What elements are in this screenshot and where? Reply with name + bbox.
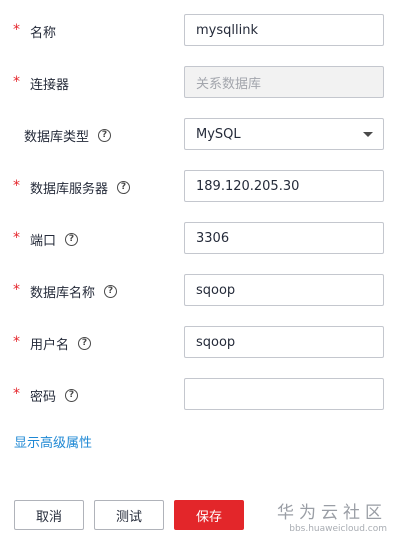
- help-icon[interactable]: ?: [65, 232, 79, 246]
- required-mark: *: [13, 386, 20, 402]
- db-name-row: * 数据库名称 ? sqoop: [0, 274, 401, 308]
- username-label: 用户名 ?: [30, 326, 92, 360]
- db-type-row: 数据库类型 ? MySQL: [0, 118, 401, 152]
- name-label: 名称: [30, 25, 57, 41]
- required-mark: *: [13, 334, 20, 350]
- username-row: * 用户名 ? sqoop: [0, 326, 401, 360]
- connector-row: * 连接器 关系数据库: [0, 66, 401, 100]
- db-name-input[interactable]: sqoop: [184, 274, 384, 306]
- connector-input: 关系数据库: [184, 66, 384, 98]
- help-icon[interactable]: ?: [117, 180, 131, 194]
- required-mark: *: [13, 230, 20, 246]
- help-icon[interactable]: ?: [104, 284, 118, 298]
- port-input[interactable]: 3306: [184, 222, 384, 254]
- password-input[interactable]: [184, 378, 384, 410]
- port-label: 端口 ?: [30, 222, 79, 256]
- cancel-button[interactable]: 取消: [14, 500, 84, 530]
- test-button[interactable]: 测试: [94, 500, 164, 530]
- username-input[interactable]: sqoop: [184, 326, 384, 358]
- required-mark: *: [13, 178, 20, 194]
- password-row: * 密码 ?: [0, 378, 401, 412]
- help-icon[interactable]: ?: [98, 128, 112, 142]
- save-button[interactable]: 保存: [174, 500, 244, 530]
- show-advanced-link[interactable]: 显示高级属性: [14, 432, 92, 451]
- connector-label: 连接器: [30, 77, 70, 93]
- password-label: 密码 ?: [30, 378, 79, 412]
- db-type-label: 数据库类型 ?: [24, 118, 112, 152]
- db-type-select[interactable]: MySQL: [184, 118, 384, 150]
- db-server-input[interactable]: 189.120.205.30: [184, 170, 384, 202]
- db-server-row: * 数据库服务器 ? 189.120.205.30: [0, 170, 401, 204]
- name-row: * 名称 mysqllink: [0, 14, 401, 48]
- help-icon[interactable]: ?: [65, 388, 79, 402]
- watermark: 华为云社区 bbs.huaweicloud.com: [277, 503, 387, 535]
- port-row: * 端口 ? 3306: [0, 222, 401, 256]
- chevron-down-icon[interactable]: [363, 131, 373, 137]
- required-mark: *: [13, 22, 20, 38]
- help-icon[interactable]: ?: [78, 336, 92, 350]
- name-input[interactable]: mysqllink: [184, 14, 384, 46]
- db-name-label: 数据库名称 ?: [30, 274, 118, 308]
- watermark-url: bbs.huaweicloud.com: [289, 524, 387, 534]
- db-server-label: 数据库服务器 ?: [30, 170, 131, 204]
- required-mark: *: [13, 74, 20, 90]
- required-mark: *: [13, 282, 20, 298]
- watermark-title: 华为云社区: [277, 503, 387, 523]
